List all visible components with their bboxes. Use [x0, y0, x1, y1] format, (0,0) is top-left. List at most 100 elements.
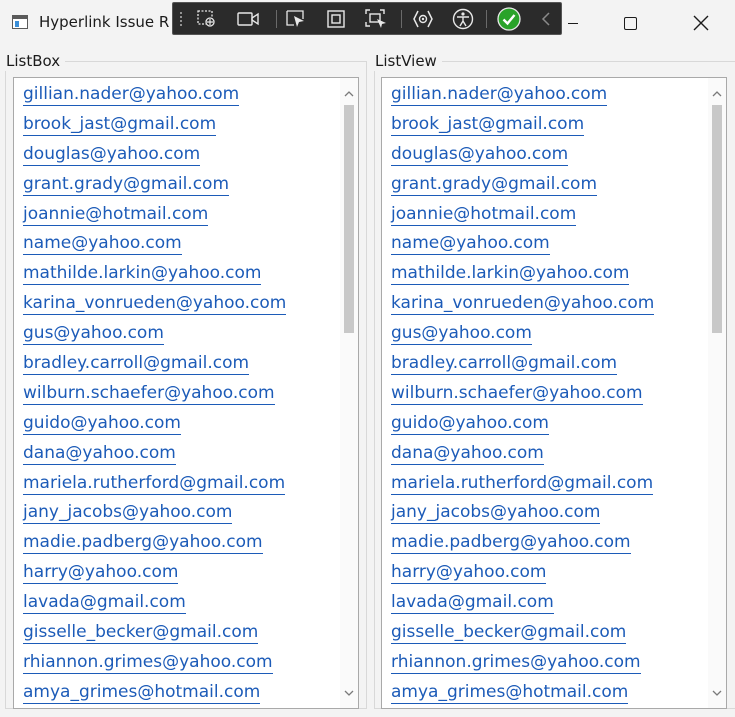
email-hyperlink[interactable]: wilburn.schaefer@yahoo.com	[23, 383, 275, 405]
list-item[interactable]: lavada@gmail.com	[382, 586, 708, 616]
email-hyperlink[interactable]: karina_vonrueden@yahoo.com	[23, 294, 287, 316]
binding-check-button[interactable]	[495, 6, 523, 32]
list-item[interactable]: jany_jacobs@yahoo.com	[14, 496, 340, 526]
email-hyperlink[interactable]: gus@yahoo.com	[23, 324, 164, 346]
list-item[interactable]: mathilde.larkin@yahoo.com	[382, 257, 708, 287]
scroll-up-button[interactable]	[708, 78, 726, 108]
email-hyperlink[interactable]: wilburn.schaefer@yahoo.com	[391, 383, 643, 405]
list-item[interactable]: jany_jacobs@yahoo.com	[382, 496, 708, 526]
email-hyperlink[interactable]: douglas@yahoo.com	[391, 144, 569, 166]
list-item[interactable]: name@yahoo.com	[14, 227, 340, 257]
list-item[interactable]: rhiannon.grimes@yahoo.com	[14, 646, 340, 676]
email-hyperlink[interactable]: dana@yahoo.com	[391, 443, 544, 465]
list-item[interactable]: amya_grimes@hotmail.com	[382, 676, 708, 706]
email-hyperlink[interactable]: brook_jast@gmail.com	[23, 114, 217, 136]
email-hyperlink[interactable]: joannie@hotmail.com	[391, 204, 577, 226]
list-item[interactable]: mariela.rutherford@gmail.com	[14, 467, 340, 497]
listbox[interactable]: gillian.nader@yahoo.com brook_jast@gmail.…	[13, 77, 359, 709]
email-hyperlink[interactable]: mathilde.larkin@yahoo.com	[23, 264, 262, 286]
list-item[interactable]: karina_vonrueden@yahoo.com	[382, 287, 708, 317]
list-item[interactable]: gillian.nader@yahoo.com	[14, 78, 340, 108]
collapse-toolbar-button[interactable]	[532, 6, 560, 32]
layout-adorners-button[interactable]	[322, 6, 350, 32]
email-hyperlink[interactable]: madie.padberg@yahoo.com	[23, 533, 263, 555]
list-item[interactable]: lavada@gmail.com	[14, 586, 340, 616]
list-item[interactable]: dana@yahoo.com	[14, 437, 340, 467]
scroll-down-button[interactable]	[708, 678, 726, 708]
email-hyperlink[interactable]: lavada@gmail.com	[23, 593, 186, 615]
record-video-button[interactable]	[234, 6, 262, 32]
list-item[interactable]: grant.grady@gmail.com	[14, 168, 340, 198]
maximize-button[interactable]	[607, 0, 653, 46]
email-hyperlink[interactable]: guido@yahoo.com	[391, 413, 549, 435]
scroll-thumb[interactable]	[344, 105, 354, 333]
email-hyperlink[interactable]: name@yahoo.com	[391, 234, 550, 256]
list-item[interactable]: karina_vonrueden@yahoo.com	[14, 287, 340, 317]
list-item[interactable]: amya_grimes@hotmail.com	[14, 676, 340, 706]
list-item[interactable]: grant.grady@gmail.com	[382, 168, 708, 198]
email-hyperlink[interactable]: amya_grimes@hotmail.com	[391, 682, 629, 704]
email-hyperlink[interactable]: douglas@yahoo.com	[23, 144, 201, 166]
list-item[interactable]: gisselle_becker@gmail.com	[382, 616, 708, 646]
email-hyperlink[interactable]: rhiannon.grimes@yahoo.com	[23, 652, 273, 674]
email-hyperlink[interactable]: joannie@hotmail.com	[23, 204, 209, 226]
list-item[interactable]: douglas@yahoo.com	[382, 138, 708, 168]
select-element-button[interactable]	[193, 6, 221, 32]
hot-reload-button[interactable]	[409, 6, 437, 32]
toolbar-grip-icon[interactable]	[179, 11, 183, 27]
email-hyperlink[interactable]: mariela.rutherford@gmail.com	[391, 473, 654, 495]
email-hyperlink[interactable]: grant.grady@gmail.com	[23, 174, 230, 196]
email-hyperlink[interactable]: name@yahoo.com	[23, 234, 182, 256]
list-item[interactable]: wilburn.schaefer@yahoo.com	[14, 377, 340, 407]
email-hyperlink[interactable]: rhiannon.grimes@yahoo.com	[391, 652, 641, 674]
list-item[interactable]: harry@yahoo.com	[382, 556, 708, 586]
email-hyperlink[interactable]: bradley.carroll@gmail.com	[391, 354, 618, 376]
list-item[interactable]: joannie@hotmail.com	[14, 198, 340, 228]
list-item[interactable]: gus@yahoo.com	[382, 317, 708, 347]
list-item[interactable]: name@yahoo.com	[382, 227, 708, 257]
list-item[interactable]: brook_jast@gmail.com	[14, 108, 340, 138]
listview[interactable]: gillian.nader@yahoo.com brook_jast@gmail.…	[381, 77, 727, 709]
list-item[interactable]: gillian.nader@yahoo.com	[382, 78, 708, 108]
list-item[interactable]: rhiannon.grimes@yahoo.com	[382, 646, 708, 676]
email-hyperlink[interactable]: lavada@gmail.com	[391, 593, 554, 615]
list-item[interactable]: guido@yahoo.com	[382, 407, 708, 437]
list-item[interactable]: gisselle_becker@gmail.com	[14, 616, 340, 646]
list-item[interactable]: guido@yahoo.com	[14, 407, 340, 437]
track-focus-button[interactable]	[362, 6, 390, 32]
email-hyperlink[interactable]: mathilde.larkin@yahoo.com	[391, 264, 630, 286]
list-item[interactable]: dana@yahoo.com	[382, 437, 708, 467]
list-item[interactable]: madie.padberg@yahoo.com	[382, 526, 708, 556]
email-hyperlink[interactable]: jany_jacobs@yahoo.com	[391, 503, 601, 525]
email-hyperlink[interactable]: brook_jast@gmail.com	[391, 114, 585, 136]
email-hyperlink[interactable]: gisselle_becker@gmail.com	[391, 623, 627, 645]
email-hyperlink[interactable]: jany_jacobs@yahoo.com	[23, 503, 233, 525]
close-button[interactable]	[678, 0, 724, 46]
scroll-down-button[interactable]	[340, 678, 358, 708]
email-hyperlink[interactable]: amya_grimes@hotmail.com	[23, 682, 261, 704]
list-item[interactable]: madie.padberg@yahoo.com	[14, 526, 340, 556]
list-item[interactable]: harry@yahoo.com	[14, 556, 340, 586]
email-hyperlink[interactable]: harry@yahoo.com	[391, 563, 547, 585]
listview-scrollbar[interactable]	[708, 78, 726, 708]
email-hyperlink[interactable]: gisselle_becker@gmail.com	[23, 623, 259, 645]
scroll-up-button[interactable]	[340, 78, 358, 108]
pointer-select-button[interactable]	[282, 6, 310, 32]
email-hyperlink[interactable]: gillian.nader@yahoo.com	[23, 85, 240, 106]
email-hyperlink[interactable]: harry@yahoo.com	[23, 563, 179, 585]
email-hyperlink[interactable]: dana@yahoo.com	[23, 443, 176, 465]
email-hyperlink[interactable]: guido@yahoo.com	[23, 413, 181, 435]
list-item[interactable]: joannie@hotmail.com	[382, 198, 708, 228]
list-item[interactable]: mathilde.larkin@yahoo.com	[14, 257, 340, 287]
list-item[interactable]: douglas@yahoo.com	[14, 138, 340, 168]
email-hyperlink[interactable]: karina_vonrueden@yahoo.com	[391, 294, 655, 316]
email-hyperlink[interactable]: bradley.carroll@gmail.com	[23, 354, 250, 376]
accessibility-button[interactable]	[449, 6, 477, 32]
email-hyperlink[interactable]: mariela.rutherford@gmail.com	[23, 473, 286, 495]
scroll-thumb[interactable]	[712, 105, 722, 333]
list-item[interactable]: bradley.carroll@gmail.com	[14, 347, 340, 377]
list-item[interactable]: bradley.carroll@gmail.com	[382, 347, 708, 377]
list-item[interactable]: gus@yahoo.com	[14, 317, 340, 347]
listbox-scrollbar[interactable]	[340, 78, 358, 708]
email-hyperlink[interactable]: gus@yahoo.com	[391, 324, 532, 346]
